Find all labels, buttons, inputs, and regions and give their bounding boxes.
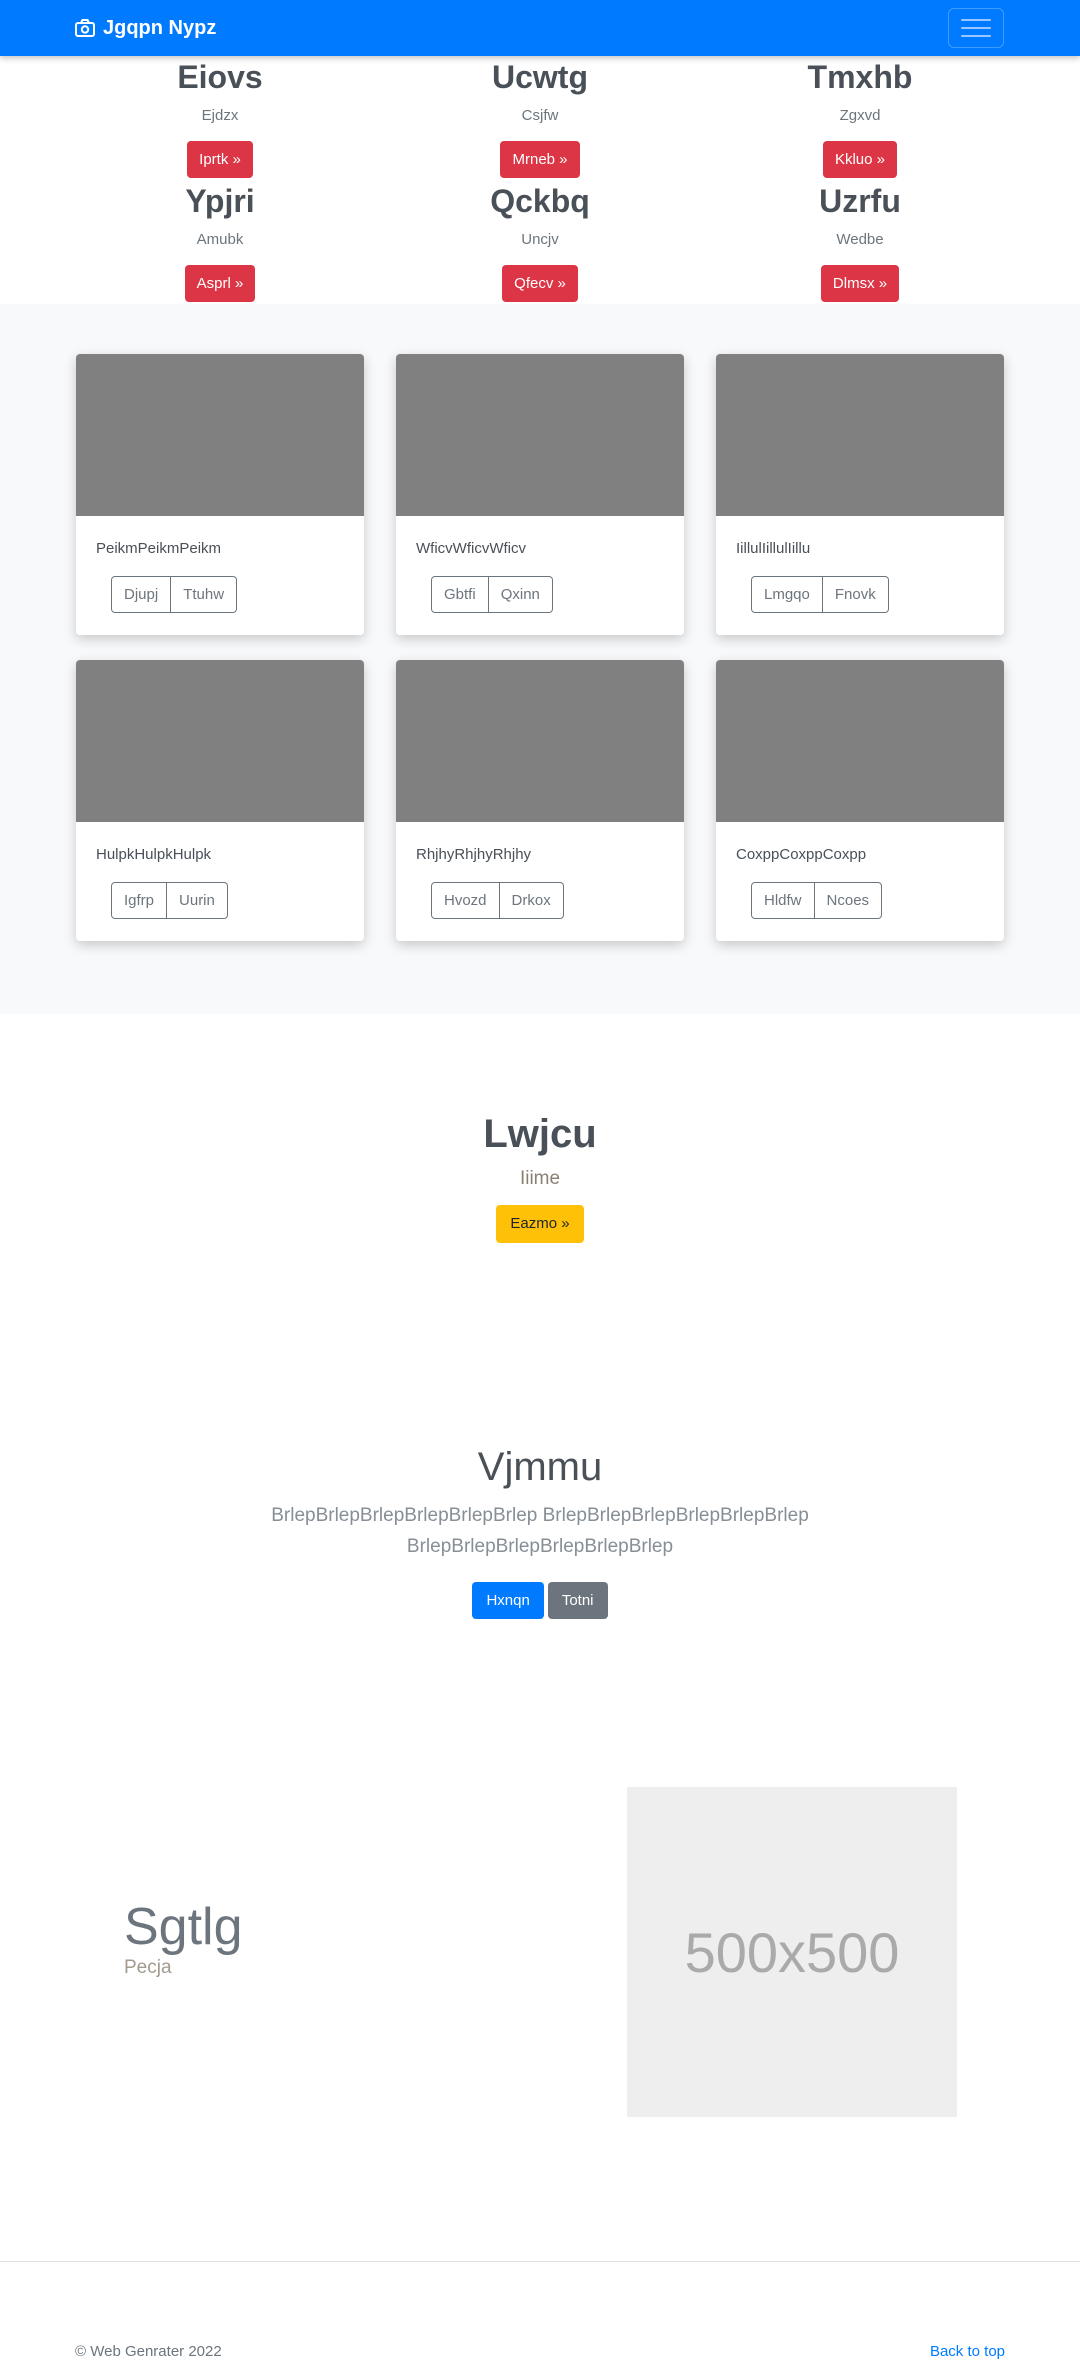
card-button-edit[interactable]: Ncoes <box>814 882 883 919</box>
card-text: CoxppCoxppCoxpp <box>736 846 867 863</box>
section-vjmmu: Vjmmu BrlepBrlepBrlepBrlepBrlepBrlep Brl… <box>0 1440 1080 1619</box>
album-card: IillulIillulIillu Lmgqo Fnovk <box>716 354 1004 635</box>
card-button-view[interactable]: Hldfw <box>751 882 815 919</box>
primary-button[interactable]: Hxnqn <box>472 1582 544 1619</box>
album-section: PeikmPeikmPeikm Djupj Ttuhw WficvWficvWf… <box>0 304 1080 1014</box>
feature-button[interactable]: Mrneb » <box>500 141 580 178</box>
section-action-button[interactable]: Eazmo » <box>496 1205 584 1243</box>
hamburger-icon-line <box>961 27 991 29</box>
card-text: HulpkHulpkHulpk <box>96 846 212 863</box>
hamburger-icon-line <box>961 19 991 21</box>
card-button-edit[interactable]: Fnovk <box>822 576 889 613</box>
section-lead-line-2: BrlepBrlepBrlepBrlepBrlepBrlep <box>406 1536 674 1557</box>
card-button-view[interactable]: Hvozd <box>431 882 500 919</box>
feature-title: Ucwtg <box>492 59 588 95</box>
card-button-group: Hldfw Ncoes <box>751 882 883 919</box>
feature-title: Qckbq <box>490 183 590 219</box>
card-text: RhjhyRhjhyRhjhy <box>416 846 532 863</box>
feature-title: Ypjri <box>185 183 255 219</box>
feature-subtitle: Zgxvd <box>839 107 881 124</box>
card-button-edit[interactable]: Qxinn <box>488 576 553 613</box>
album-card: RhjhyRhjhyRhjhy Hvozd Drkox <box>396 660 684 941</box>
footer-copyright: © Web Genrater 2022 <box>75 2343 222 2360</box>
card-button-view[interactable]: Lmgqo <box>751 576 823 613</box>
card-text: WficvWficvWficv <box>416 540 526 557</box>
navbar: Jgqpn Nypz <box>0 0 1080 56</box>
card-thumbnail <box>76 354 364 516</box>
card-text: PeikmPeikmPeikm <box>96 540 222 557</box>
feature-title: Eiovs <box>177 59 263 95</box>
section-lwjcu: Lwjcu Iiime Eazmo » <box>0 1108 1080 1243</box>
card-thumbnail <box>716 354 1004 516</box>
feature-1: Eiovs Ejdzx Iprtk » <box>60 57 380 178</box>
placeholder-image: 500x500 <box>627 1787 957 2117</box>
feature-button[interactable]: Dlmsx » <box>820 265 900 302</box>
footer-divider <box>0 2261 1080 2262</box>
brand-link[interactable]: Jgqpn Nypz <box>75 0 216 56</box>
feature-button[interactable]: Iprtk » <box>187 141 253 178</box>
section-lead-line-1: BrlepBrlepBrlepBrlepBrlepBrlep BrlepBrle… <box>271 1505 809 1526</box>
section-subtitle: Pecja <box>124 1957 172 1978</box>
feature-title: Uzrfu <box>819 183 901 219</box>
album-card: WficvWficvWficv Gbtfi Qxinn <box>396 354 684 635</box>
navbar-toggler-button[interactable] <box>948 8 1004 48</box>
hamburger-icon-line <box>961 35 991 37</box>
feature-subtitle: Ejdzx <box>201 107 239 124</box>
card-button-edit[interactable]: Ttuhw <box>171 576 238 613</box>
feature-2: Ucwtg Csjfw Mrneb » <box>380 57 700 178</box>
section-title: Sgtlg <box>124 1898 243 1956</box>
album-card: PeikmPeikmPeikm Djupj Ttuhw <box>76 354 364 635</box>
feature-5: Qckbq Uncjv Qfecv » <box>380 181 700 302</box>
feature-subtitle: Csjfw <box>521 107 559 124</box>
card-button-view[interactable]: Gbtfi <box>431 576 489 613</box>
section-sgtlg: Sgtlg Pecja <box>124 1898 243 1980</box>
feature-title: Tmxhb <box>807 59 913 95</box>
feature-button[interactable]: Qfecv » <box>502 265 578 302</box>
card-button-edit[interactable]: Uurin <box>167 882 228 919</box>
card-button-group: Hvozd Drkox <box>431 882 564 919</box>
card-thumbnail <box>716 660 1004 822</box>
feature-6: Uzrfu Wedbe Dlmsx » <box>700 181 1020 302</box>
card-thumbnail <box>396 354 684 516</box>
back-to-top-link[interactable]: Back to top <box>930 2343 1005 2360</box>
card-text: IillulIillulIillu <box>736 540 811 557</box>
album-card: CoxppCoxppCoxpp Hldfw Ncoes <box>716 660 1004 941</box>
card-button-group: Djupj Ttuhw <box>111 576 238 613</box>
section-title: Vjmmu <box>477 1445 603 1489</box>
card-thumbnail <box>396 660 684 822</box>
feature-subtitle: Amubk <box>196 231 244 248</box>
secondary-button[interactable]: Totni <box>547 1582 608 1619</box>
brand-text: Jgqpn Nypz <box>103 16 217 39</box>
feature-3: Tmxhb Zgxvd Kkluo » <box>700 57 1020 178</box>
feature-4: Ypjri Amubk Asprl » <box>60 181 380 302</box>
camera-icon <box>75 19 95 37</box>
card-button-view[interactable]: Igfrp <box>111 882 168 919</box>
card-button-edit[interactable]: Drkox <box>499 882 564 919</box>
card-button-group: Igfrp Uurin <box>111 882 228 919</box>
section-subtitle: Iiime <box>519 1168 561 1189</box>
feature-subtitle: Wedbe <box>836 231 884 248</box>
album-card: HulpkHulpkHulpk Igfrp Uurin <box>76 660 364 941</box>
feature-subtitle: Uncjv <box>521 231 559 248</box>
card-button-group: Lmgqo Fnovk <box>751 576 889 613</box>
placeholder-image-label: 500x500 <box>684 1920 900 1984</box>
feature-button[interactable]: Kkluo » <box>822 141 898 178</box>
card-button-group: Gbtfi Qxinn <box>431 576 553 613</box>
card-button-view[interactable]: Djupj <box>111 576 172 613</box>
section-title: Lwjcu <box>483 1112 597 1156</box>
card-thumbnail <box>76 660 364 822</box>
feature-button[interactable]: Asprl » <box>184 265 256 302</box>
